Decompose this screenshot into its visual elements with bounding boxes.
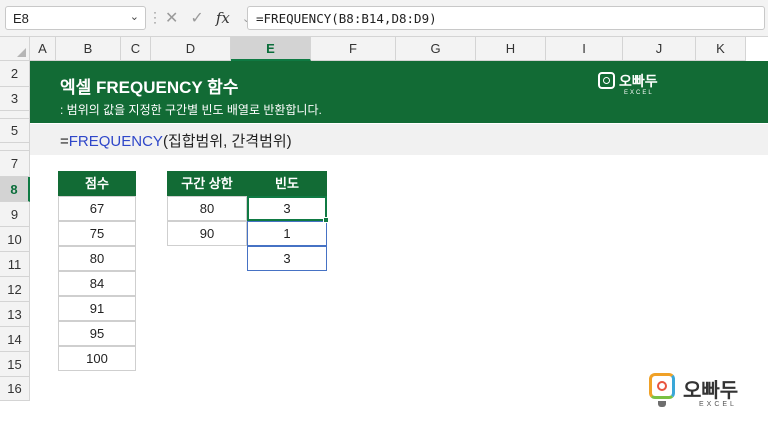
row-header-13[interactable]: 13 [0,302,30,327]
syntax-row: =FREQUENCY(집합범위, 간격범위) [30,124,768,155]
row-header-11[interactable]: 11 [0,252,30,277]
bin-cell[interactable]: 90 [167,221,247,246]
row-header-8[interactable]: 8 [0,177,30,202]
bin-cell[interactable]: 80 [167,196,247,221]
row-header-6[interactable]: 6 [0,143,30,151]
score-cell[interactable]: 80 [58,246,136,271]
row-header-2[interactable]: 2 [0,61,30,87]
row-header-10[interactable]: 10 [0,227,30,252]
syntax-prefix: = [60,133,69,150]
function-syntax: =FREQUENCY(집합범위, 간격범위) [60,130,292,151]
logo-subtext: EXCEL [624,90,654,96]
logo-dot-icon [657,381,667,391]
score-cell[interactable]: 95 [58,321,136,346]
name-box[interactable]: E8 ⌄ [5,6,146,30]
cancel-icon[interactable]: ✕ [165,8,178,28]
fill-handle[interactable] [323,217,329,223]
score-header[interactable]: 점수 [58,171,136,196]
syntax-args: (집합범위, 간격범위) [162,133,292,150]
row-header-4[interactable]: 4 [0,111,30,119]
column-header-g[interactable]: G [396,37,476,61]
active-count-cell[interactable]: 3 [247,196,327,221]
more-dots-icon[interactable]: · · · [153,6,157,28]
title-banner: 엑셀 FREQUENCY 함수 : 범위의 값을 지정한 구간별 빈도 배열로 … [30,61,768,123]
check-icon[interactable]: ✓ [190,8,203,28]
column-header-d[interactable]: D [151,37,231,61]
formula-bar: E8 ⌄ ··· ✕ ✓ fx ⌄ =FREQUENCY(B8:B14,D8:D… [0,0,768,37]
row-header-5[interactable]: 5 [0,119,30,143]
watermark-subtext: EXCEL [699,401,737,408]
row-header-12[interactable]: 12 [0,277,30,302]
watermark-text: 오빠두 [683,380,739,402]
column-header-b[interactable]: B [56,37,121,61]
score-cell[interactable]: 100 [58,346,136,371]
chevron-down-icon[interactable]: ⌄ [130,10,139,23]
logo-text: 오빠두 [619,72,658,89]
row-header-15[interactable]: 15 [0,352,30,377]
score-cell[interactable]: 67 [58,196,136,221]
column-header-h[interactable]: H [476,37,546,61]
formula-actions: ✕ ✓ fx ⌄ [165,6,251,30]
formula-input[interactable]: =FREQUENCY(B8:B14,D8:D9) [247,6,765,30]
row-header-3[interactable]: 3 [0,87,30,111]
column-header-k[interactable]: K [696,37,746,61]
score-cell[interactable]: 91 [58,296,136,321]
bin-header[interactable]: 구간 상한 [167,171,247,196]
row-header-16[interactable]: 16 [0,377,30,401]
insert-function-icon[interactable]: fx [216,9,230,27]
brand-logo: 오빠두 EXCEL [598,72,658,96]
name-box-value: E8 [13,11,29,26]
logo-stem-icon [658,401,666,407]
row-header-9[interactable]: 9 [0,202,30,227]
logo-icon [598,72,615,89]
select-all-corner[interactable] [0,37,30,61]
row-header-14[interactable]: 14 [0,327,30,352]
count-cell[interactable]: 1 [247,221,327,246]
page-title: 엑셀 FREQUENCY 함수 [60,78,239,97]
column-header-e[interactable]: E [231,37,311,61]
column-header-j[interactable]: J [623,37,696,61]
count-cell[interactable]: 3 [247,246,327,271]
column-header-f[interactable]: F [311,37,396,61]
column-header-c[interactable]: C [121,37,151,61]
column-header-i[interactable]: I [546,37,623,61]
row-header-7[interactable]: 7 [0,151,30,177]
score-cell[interactable]: 84 [58,271,136,296]
score-cell[interactable]: 75 [58,221,136,246]
page-subtitle: : 범위의 값을 지정한 구간별 빈도 배열로 반환합니다. [60,103,322,117]
column-header-a[interactable]: A [30,37,56,61]
count-header[interactable]: 빈도 [247,171,327,196]
syntax-function: FREQUENCY [68,133,163,150]
